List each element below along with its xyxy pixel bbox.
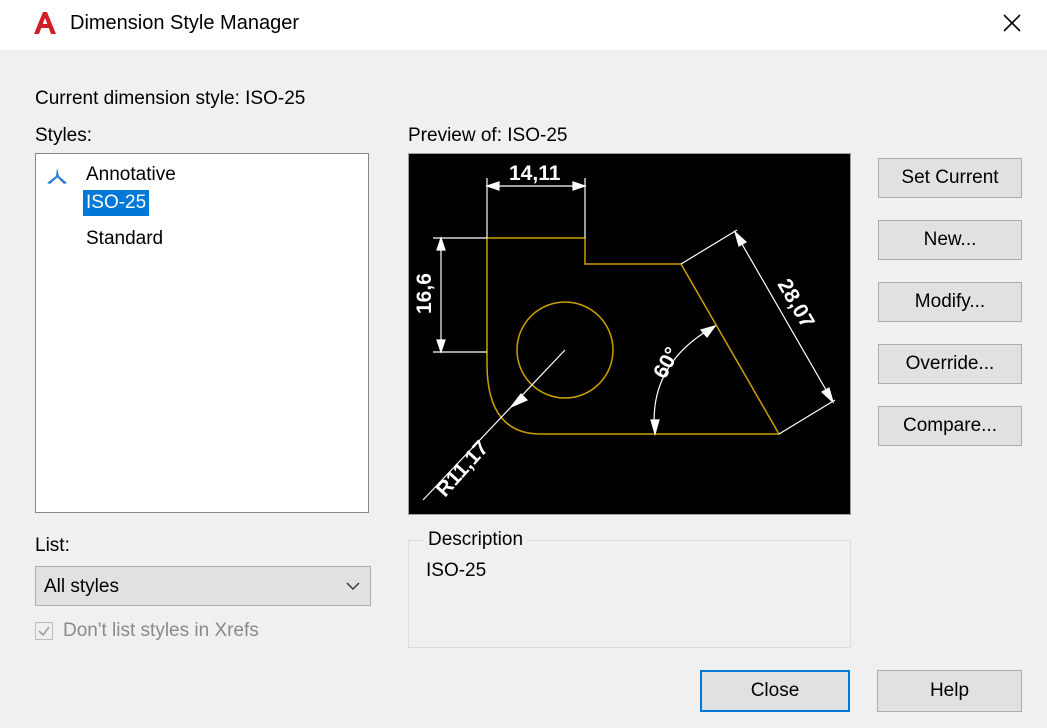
autocad-logo-icon (34, 12, 56, 34)
styles-listbox[interactable]: Annotative ISO-25 Standard (35, 153, 369, 513)
list-label: List: (35, 535, 70, 556)
title-bar: Dimension Style Manager (0, 0, 1047, 50)
window-title: Dimension Style Manager (70, 12, 299, 34)
dim-label-angled: 28,07 (773, 275, 819, 332)
annotative-icon (47, 168, 67, 184)
style-item-annotative[interactable]: Annotative (83, 162, 179, 188)
description-group (408, 540, 851, 648)
preview-canvas: 14,11 16,6 28,07 60° R11,17 (408, 153, 851, 515)
style-item-iso-25[interactable]: ISO-25 (83, 190, 150, 216)
dim-label-angle: 60° (649, 344, 684, 383)
new-button[interactable]: New... (878, 220, 1022, 260)
close-icon[interactable] (999, 10, 1025, 36)
dim-label-radius: R11,17 (432, 436, 494, 501)
checkmark-icon (38, 626, 50, 637)
style-item-standard[interactable]: Standard (83, 226, 166, 252)
part-outline (486, 237, 781, 435)
preview-label: Preview of: ISO-25 (408, 125, 568, 146)
chevron-down-icon (346, 582, 360, 590)
preview-drawing: 14,11 16,6 28,07 60° R11,17 (413, 162, 836, 501)
preview-geometry (486, 237, 781, 435)
set-current-button[interactable]: Set Current (878, 158, 1022, 198)
styles-label: Styles: (35, 125, 93, 146)
xrefs-checkbox (35, 622, 53, 640)
modify-button[interactable]: Modify... (878, 282, 1022, 322)
dim-label-top-width: 14,11 (509, 162, 561, 185)
list-filter-dropdown[interactable]: All styles (35, 566, 371, 606)
override-button[interactable]: Override... (878, 344, 1022, 384)
current-style-label: Current dimension style: ISO-25 (35, 88, 306, 109)
description-legend: Description (424, 529, 528, 551)
dim-label-left-height: 16,6 (413, 273, 436, 314)
preview-dim-labels: 14,11 16,6 28,07 60° R11,17 (413, 162, 819, 501)
list-filter-value: All styles (44, 576, 119, 597)
help-button[interactable]: Help (877, 670, 1022, 712)
xrefs-checkbox-label: Don't list styles in Xrefs (63, 620, 259, 641)
description-text: ISO-25 (426, 560, 487, 581)
close-button[interactable]: Close (700, 670, 850, 712)
compare-button[interactable]: Compare... (878, 406, 1022, 446)
